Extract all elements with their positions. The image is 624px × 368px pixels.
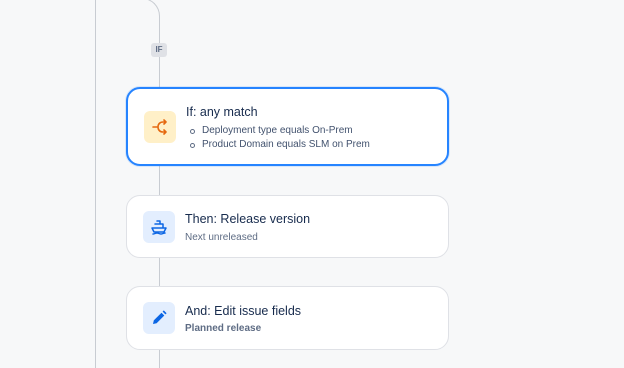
condition-item: Product Domain equals SLM on Prem xyxy=(186,138,370,152)
edit-icon-box xyxy=(143,302,175,334)
condition-title: If: any match xyxy=(186,105,258,119)
if-branch-badge[interactable]: IF xyxy=(151,43,167,57)
release-title: Then: Release version xyxy=(185,212,311,226)
condition-card[interactable]: If: any match Deployment type equals On-… xyxy=(126,87,449,166)
pencil-icon xyxy=(153,310,167,324)
branch-connector xyxy=(95,0,160,21)
branch-icon xyxy=(152,119,167,135)
edit-subtitle: Planned release xyxy=(185,323,262,334)
edit-fields-card[interactable]: And: Edit issue fields Planned release xyxy=(126,286,449,350)
condition-icon-box xyxy=(144,111,176,143)
edit-title: And: Edit issue fields xyxy=(185,304,302,318)
condition-list: Deployment type equals On-Prem Product D… xyxy=(186,124,370,152)
release-version-card[interactable]: Then: Release version Next unreleased xyxy=(126,195,449,258)
ship-icon xyxy=(151,220,167,235)
release-subtitle: Next unreleased xyxy=(185,232,258,243)
release-icon-box xyxy=(143,211,175,243)
outer-flow-line xyxy=(95,0,96,368)
condition-item: Deployment type equals On-Prem xyxy=(186,124,370,138)
